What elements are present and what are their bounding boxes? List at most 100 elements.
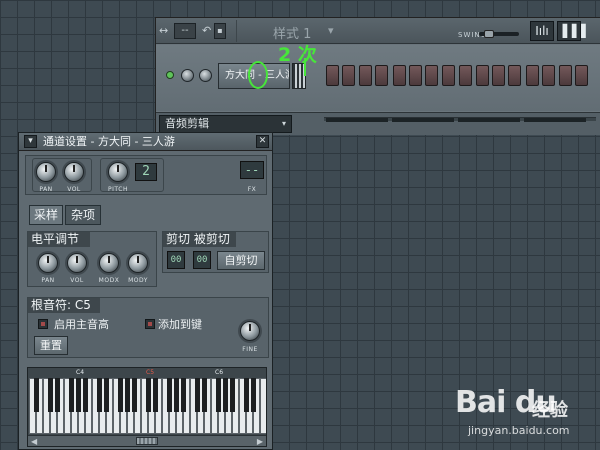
black-key[interactable] (131, 378, 137, 412)
pattern-select-icon[interactable]: ▪ (214, 23, 226, 39)
black-key[interactable] (82, 378, 88, 412)
main-pitch-checkbox[interactable] (38, 319, 48, 329)
modx-label: MODX (98, 277, 120, 284)
undo-icon[interactable]: ↶ (202, 24, 211, 37)
black-key[interactable] (33, 378, 39, 412)
scroll-segment (326, 118, 388, 122)
swing-slider-thumb[interactable] (483, 30, 494, 38)
root-note-panel: 根音符: C5 启用主音高 添加到键 重置 FINE (27, 297, 269, 358)
black-key[interactable] (124, 378, 130, 412)
pan-knob[interactable] (36, 162, 56, 182)
sequencer-toolbar: ↔ -- ↶ ▪ 样式 1 ▾ SWING Iılı ▐▐▐ (156, 18, 600, 44)
fine-tune-knob[interactable] (240, 321, 260, 341)
pattern-arrow-icon[interactable]: ▾ (328, 24, 334, 37)
black-key[interactable] (145, 378, 151, 412)
step-button[interactable] (358, 65, 372, 86)
reset-button[interactable]: 重置 (34, 336, 68, 355)
step-button[interactable] (326, 65, 339, 86)
keyboard-editor-icon[interactable]: ▐▐▐ (557, 21, 586, 41)
tab-misc[interactable]: 杂项 (65, 205, 101, 225)
black-key[interactable] (68, 378, 74, 412)
step-button[interactable] (492, 65, 505, 86)
step-button[interactable] (575, 65, 588, 86)
level-volume-knob[interactable] (67, 253, 87, 273)
close-icon[interactable]: ✕ (256, 135, 269, 148)
sequencer-scrollbar[interactable] (324, 117, 596, 122)
sequencer-channel-row: 方大同 - 三人游 (156, 45, 600, 111)
black-key[interactable] (180, 378, 186, 412)
black-key[interactable] (117, 378, 123, 412)
black-key[interactable] (166, 378, 172, 412)
step-sequencer-window: ↔ -- ↶ ▪ 样式 1 ▾ SWING Iılı ▐▐▐ 方大同 - 三人游… (155, 17, 600, 135)
pitch-knob[interactable] (108, 162, 128, 182)
volume-knob[interactable] (64, 162, 84, 182)
black-key[interactable] (250, 378, 256, 412)
root-note-title: 根音符: C5 (28, 298, 100, 313)
step-button[interactable] (542, 65, 556, 86)
fx-track-display[interactable]: -- (240, 161, 264, 179)
graph-editor-icon[interactable]: Iılı (530, 21, 554, 41)
piano-keys[interactable] (29, 368, 266, 434)
channel-pan-knob[interactable] (181, 69, 194, 82)
audio-clip-label: 音频剪辑 (165, 117, 209, 130)
step-button[interactable] (342, 65, 356, 86)
black-key[interactable] (222, 378, 228, 412)
black-key[interactable] (243, 378, 249, 412)
tab-sample[interactable]: 采样 (29, 205, 63, 225)
channel-volume-knob[interactable] (199, 69, 212, 82)
swing-slider[interactable] (479, 30, 519, 38)
black-key[interactable] (229, 378, 235, 412)
audio-clip-dropdown[interactable]: 音频剪辑 ▾ (159, 115, 292, 133)
keyboard-scroll-thumb[interactable] (136, 437, 158, 445)
step-button[interactable] (508, 65, 522, 86)
step-button[interactable] (425, 65, 439, 86)
add-to-key-checkbox[interactable] (145, 319, 155, 329)
scroll-left-icon[interactable]: ◀ (31, 437, 37, 446)
step-button[interactable] (392, 65, 406, 86)
black-key[interactable] (54, 378, 60, 412)
channel-mute-led-icon[interactable] (166, 71, 174, 79)
add-to-key-label: 添加到键 (158, 318, 202, 331)
window-menu-icon[interactable]: ▾ (24, 135, 37, 148)
window-title: 通道设置 - 方大同 - 三人游 (43, 135, 175, 148)
black-key[interactable] (215, 378, 221, 412)
black-key[interactable] (75, 378, 81, 412)
cut-by-group-display[interactable]: 00 (193, 251, 211, 269)
move-arrows-icon[interactable]: ↔ (159, 24, 168, 37)
step-button[interactable] (441, 65, 455, 86)
level-pan-knob[interactable] (38, 253, 58, 273)
step-button[interactable] (409, 65, 422, 86)
step-button[interactable] (375, 65, 389, 86)
black-key[interactable] (173, 378, 179, 412)
channel-settings-titlebar[interactable]: ▾ 通道设置 - 方大同 - 三人游 ✕ (19, 133, 272, 151)
annotation-circle (248, 61, 268, 89)
level-adjust-panel: 电平调节 PAN VOL MODX MODY (27, 231, 157, 287)
mody-knob[interactable] (128, 253, 148, 273)
pan-label: PAN (39, 186, 53, 193)
modx-knob[interactable] (99, 253, 119, 273)
pattern-value-display[interactable]: -- (174, 23, 196, 39)
pitch-range-display[interactable]: 2 (135, 163, 157, 181)
main-pitch-label: 启用主音高 (54, 318, 109, 331)
volume-label: VOL (67, 186, 81, 193)
step-button[interactable] (459, 65, 473, 86)
black-key[interactable] (47, 378, 53, 412)
root-note-keyboard[interactable]: C4 C5 C6 ◀ ▶ (27, 367, 267, 447)
keyboard-scrollbar[interactable]: ◀ ▶ (28, 435, 266, 446)
black-key[interactable] (103, 378, 109, 412)
toolbar-divider (236, 20, 237, 42)
black-key[interactable] (201, 378, 207, 412)
black-key[interactable] (96, 378, 102, 412)
auto-cut-button[interactable]: 自剪切 (217, 251, 265, 270)
white-key[interactable] (260, 378, 266, 434)
fx-label: FX (247, 186, 257, 193)
cut-group-display[interactable]: 00 (167, 251, 185, 269)
step-button[interactable] (558, 65, 572, 86)
scroll-right-icon[interactable]: ▶ (257, 437, 263, 446)
black-key[interactable] (194, 378, 200, 412)
step-button[interactable] (525, 65, 539, 86)
channel-top-panel: PAN VOL PITCH 2 -- FX (25, 155, 267, 195)
level-volume-label: VOL (70, 277, 84, 284)
black-key[interactable] (152, 378, 158, 412)
step-button[interactable] (475, 65, 489, 86)
